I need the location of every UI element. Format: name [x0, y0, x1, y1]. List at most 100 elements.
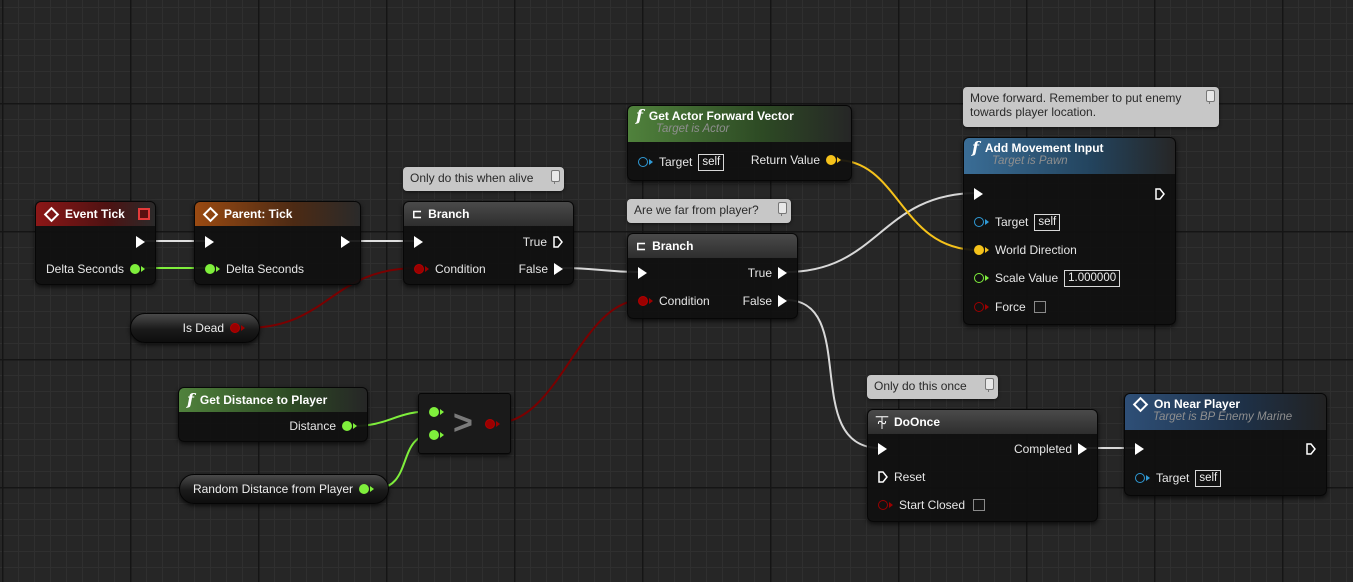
exec-in-row [638, 263, 647, 283]
exec-out-row [136, 232, 145, 252]
vector-out-pin[interactable] [826, 155, 836, 165]
object-in-pin[interactable] [638, 157, 648, 167]
exec-in-pin[interactable] [205, 236, 214, 248]
exec-out-pin-false[interactable] [554, 263, 563, 275]
node-header: ⏇ DoOnce [868, 410, 1097, 434]
bool-in-pin[interactable] [414, 264, 424, 274]
node-header: f Add Movement Input Target is Pawn [964, 138, 1175, 174]
object-in-pin[interactable] [974, 217, 984, 227]
exec-in-row [1135, 439, 1144, 459]
distance-out-row: Distance [289, 416, 357, 436]
pin-label: Force [995, 300, 1026, 314]
pin-label: False [742, 294, 772, 308]
comment-far-from-player: Are we far from player? [627, 199, 791, 223]
pin-arrow-icon [216, 266, 220, 272]
target-default-value[interactable]: self [1034, 213, 1061, 231]
float-in-pin[interactable] [205, 264, 215, 274]
node-title: Parent: Tick [224, 207, 293, 221]
pin-arrow-icon [353, 423, 357, 429]
function-icon: f [636, 106, 643, 125]
start-closed-checkbox[interactable] [973, 499, 986, 511]
event-tick-node[interactable]: Event Tick Delta Seconds [35, 201, 156, 285]
exec-out-pin[interactable] [341, 236, 350, 248]
exec-in-pin-reset[interactable] [878, 471, 888, 483]
comment-only-once: Only do this once [867, 375, 998, 399]
pin-arrow-icon [985, 219, 989, 225]
function-icon: f [972, 138, 979, 157]
exec-out-pin[interactable] [136, 236, 145, 248]
pin-arrow-icon [496, 421, 500, 427]
exec-out-pin[interactable] [1155, 188, 1165, 200]
do-once-icon: ⏇ [876, 415, 889, 430]
pin-label: Distance [289, 419, 336, 433]
hollow-exec-icon [1306, 443, 1316, 455]
reset-in-row: Reset [878, 467, 925, 487]
bool-in-pin[interactable] [638, 296, 648, 306]
target-in-row: Target self [638, 152, 725, 172]
parent-tick-node[interactable]: Parent: Tick Delta Seconds [194, 201, 361, 285]
scale-value-field[interactable]: 1.000000 [1064, 269, 1121, 287]
exec-in-row [205, 232, 214, 252]
exec-in-pin[interactable] [638, 267, 647, 279]
do-once-node[interactable]: ⏇ DoOnce Completed Reset Start Closed [867, 409, 1098, 522]
force-in-row: Force [974, 297, 1046, 317]
exec-in-pin[interactable] [1135, 443, 1144, 455]
node-title: DoOnce [894, 415, 941, 429]
bool-out-pin[interactable] [230, 323, 240, 333]
pin-icon[interactable] [1206, 90, 1215, 104]
exec-out-pin[interactable] [1078, 443, 1087, 455]
exec-in-pin[interactable] [878, 443, 887, 455]
node-subtitle: Target is Pawn [992, 155, 1068, 167]
exec-out-pin-true[interactable] [778, 267, 787, 279]
float-out-pin[interactable] [342, 421, 352, 431]
exec-out-row [1155, 184, 1165, 204]
pin-arrow-icon [141, 266, 146, 272]
pin-icon[interactable] [551, 170, 560, 184]
branch-node-far[interactable]: ⊏ Branch True Condition False [627, 233, 798, 319]
pin-icon[interactable] [985, 378, 994, 392]
greater-than-node[interactable]: > [418, 393, 511, 454]
comment-text: Move forward. Remember to put enemy towa… [970, 91, 1182, 119]
scale-value-in-row: Scale Value 1.000000 [974, 268, 1121, 288]
exec-wire-branch2-true [785, 192, 979, 273]
object-in-pin[interactable] [1135, 473, 1145, 483]
float-in-pin-a[interactable] [429, 407, 439, 417]
a-in-row [429, 402, 444, 422]
bool-in-pin[interactable] [974, 302, 984, 312]
exec-in-pin[interactable] [974, 188, 983, 200]
node-title: On Near Player [1154, 397, 1241, 411]
float-out-pin[interactable] [130, 264, 141, 274]
random-distance-variable-node[interactable]: Random Distance from Player [179, 474, 389, 504]
get-distance-to-player-node[interactable]: f Get Distance to Player Distance [178, 387, 368, 442]
get-actor-forward-vector-node[interactable]: f Get Actor Forward Vector Target is Act… [627, 105, 852, 181]
node-subtitle: Target is Actor [656, 123, 730, 135]
comment-text: Only do this once [874, 379, 967, 393]
float-out-pin[interactable] [359, 484, 369, 494]
force-checkbox[interactable] [1033, 301, 1046, 313]
pin-arrow-icon [837, 157, 841, 163]
on-near-player-node[interactable]: On Near Player Target is BP Enemy Marine… [1124, 393, 1327, 496]
pin-icon[interactable] [778, 202, 787, 216]
event-diamond-icon [1132, 396, 1149, 412]
vector-in-pin[interactable] [974, 245, 984, 255]
node-title: Event Tick [65, 207, 125, 221]
float-in-pin[interactable] [974, 273, 984, 283]
pin-arrow-icon [649, 298, 653, 304]
float-in-pin-b[interactable] [429, 430, 439, 440]
exec-in-pin[interactable] [414, 236, 423, 248]
exec-out-pin-false[interactable] [778, 295, 787, 307]
exec-out-pin-true[interactable] [553, 236, 563, 248]
is-dead-variable-node[interactable]: Is Dead [130, 313, 260, 343]
comment-only-when-alive: Only do this when alive [403, 167, 564, 191]
bool-out-pin[interactable] [485, 419, 495, 429]
bool-in-pin[interactable] [878, 500, 888, 510]
exec-out-pin[interactable] [1306, 443, 1316, 455]
false-out-row: False [743, 291, 787, 311]
pin-label: Target [659, 155, 693, 169]
var-label: Is Dead [182, 321, 224, 335]
branch-node-alive[interactable]: ⊏ Branch True Condition False [403, 201, 574, 285]
add-movement-input-node[interactable]: f Add Movement Input Target is Pawn Targ… [963, 137, 1176, 325]
node-header: On Near Player Target is BP Enemy Marine [1125, 394, 1326, 430]
target-default-value[interactable]: self [1195, 469, 1222, 487]
target-default-value[interactable]: self [698, 153, 725, 171]
